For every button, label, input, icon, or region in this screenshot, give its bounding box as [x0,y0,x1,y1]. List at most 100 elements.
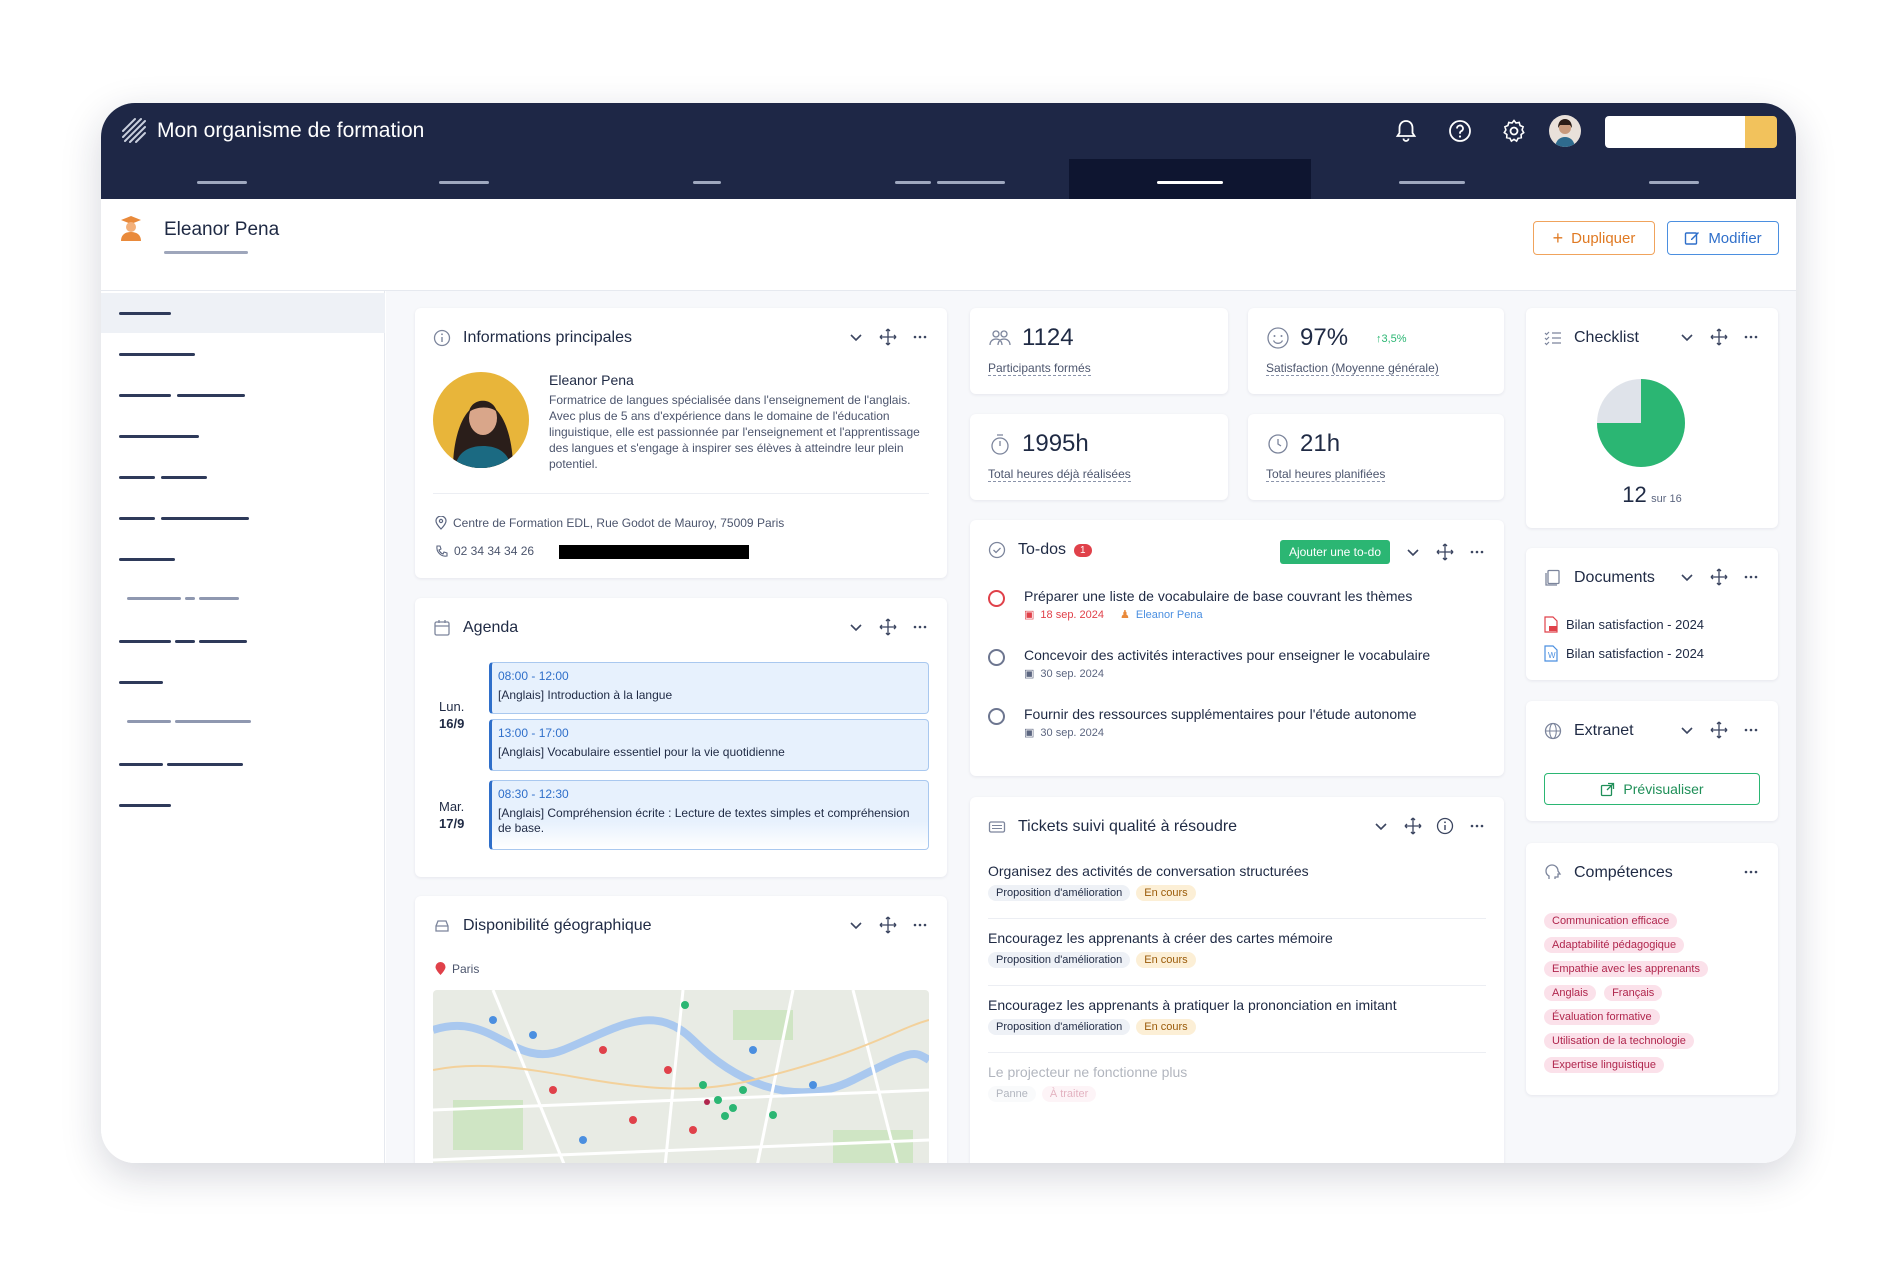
avatar[interactable] [1549,115,1581,147]
more-icon[interactable] [911,618,929,636]
edit-icon [1685,232,1700,245]
external-link-icon [1601,782,1615,796]
extranet-card: Extranet Prévisualiser [1526,701,1778,821]
info-card: Informations principales Eleanor Pena Fo… [415,308,947,578]
agenda-day: Mar. 17/9 [439,799,465,831]
status-badge: En cours [1136,952,1196,968]
tab-6[interactable] [1311,159,1553,199]
tab-3[interactable] [585,159,827,199]
sidebar-item-1[interactable] [119,312,171,315]
more-icon[interactable] [1742,328,1760,346]
sidebar-item-4[interactable] [119,435,199,438]
move-icon[interactable] [1710,568,1728,586]
more-icon[interactable] [1742,568,1760,586]
ticket-type-badge: Panne [988,1086,1036,1102]
title-underline [164,251,248,254]
search-input[interactable] [1605,116,1745,148]
chevron-down-icon[interactable] [847,618,865,636]
chevron-down-icon[interactable] [1678,568,1696,586]
assignee-link[interactable]: Eleanor Pena [1136,609,1203,621]
tab-1[interactable] [101,159,343,199]
sidebar [101,291,385,1163]
status-badge: En cours [1136,1019,1196,1035]
move-icon[interactable] [1436,543,1454,561]
tab-2[interactable] [343,159,585,199]
sidebar-item-7[interactable] [119,558,175,561]
edit-button[interactable]: Modifier [1667,221,1779,255]
help-icon[interactable] [1445,116,1475,146]
preview-button[interactable]: Prévisualiser [1544,773,1760,805]
ticket-item[interactable]: Encouragez les apprenants à pratiquer la… [988,997,1486,1053]
document-item[interactable]: Bilan satisfaction - 2024 [1544,616,1704,633]
status-badge: En cours [1136,885,1196,901]
svg-text:W: W [1548,651,1556,660]
calendar-icon: ▣ [1024,609,1035,621]
move-icon[interactable] [879,916,897,934]
more-icon[interactable] [911,328,929,346]
chevron-down-icon[interactable] [1678,328,1696,346]
sidebar-item-9[interactable] [119,681,163,684]
agenda-event[interactable]: 08:30 - 12:30 [Anglais] Compréhension éc… [489,780,929,850]
ticket-item[interactable]: Le projecteur ne fonctionne plus Panne À … [988,1064,1486,1120]
move-icon[interactable] [1710,721,1728,739]
status-badge: À traiter [1041,1086,1097,1102]
sidebar-item-6[interactable] [119,517,155,520]
tickets-card: Tickets suivi qualité à résoudre Organis… [970,797,1504,1163]
ticket-type-badge: Proposition d'amélioration [988,952,1131,968]
chevron-down-icon[interactable] [1372,817,1390,835]
sidebar-item-8[interactable] [119,640,171,643]
duplicate-button[interactable]: + Dupliquer [1533,221,1655,255]
documents-card: Documents Bilan satisfaction - 2024 W Bi… [1526,548,1778,680]
more-icon[interactable] [1468,543,1486,561]
sidebar-item-10[interactable] [119,763,163,766]
chevron-down-icon[interactable] [847,328,865,346]
more-icon[interactable] [911,916,929,934]
tab-7[interactable] [1553,159,1795,199]
calendar-icon: ▣ [1024,727,1035,739]
document-item[interactable]: W Bilan satisfaction - 2024 [1544,645,1704,662]
more-icon[interactable] [1742,863,1760,881]
add-todo-button[interactable]: Ajouter une to-do [1279,540,1390,564]
move-icon[interactable] [1404,817,1422,835]
documents-icon [1545,569,1560,586]
ticket-item[interactable]: Encouragez les apprenants à créer des ca… [988,930,1486,986]
tab-4[interactable] [827,159,1069,199]
todo-checkbox[interactable] [988,649,1005,666]
sidebar-item-11[interactable] [119,804,171,807]
sidebar-subitem-1[interactable] [127,597,181,600]
todo-checkbox[interactable] [988,708,1005,725]
move-icon[interactable] [879,618,897,636]
chevron-down-icon[interactable] [847,916,865,934]
more-icon[interactable] [1742,721,1760,739]
skill-tag: Anglais [1544,985,1597,1001]
checklist-done-count: 12 [1622,482,1647,507]
agenda-event[interactable]: 08:00 - 12:00 [Anglais] Introduction à l… [489,662,929,714]
map-pin-icon [435,962,446,975]
agenda-event[interactable]: 13:00 - 17:00 [Anglais] Vocabulaire esse… [489,719,929,771]
sidebar-subitem-2[interactable] [127,720,171,723]
sidebar-item-3[interactable] [119,394,171,397]
skill-tag: Empathie avec les apprenants [1544,961,1708,977]
todo-checkbox[interactable] [988,590,1005,607]
redacted-field [559,545,749,559]
profile-name: Eleanor Pena [549,372,634,388]
address-text: Centre de Formation EDL, Rue Godot de Ma… [453,516,785,530]
sidebar-item-5[interactable] [119,476,155,479]
search-button[interactable] [1745,116,1777,148]
page-header: Eleanor Pena + Dupliquer Modifier [101,199,1796,291]
chevron-down-icon[interactable] [1678,721,1696,739]
chevron-down-icon[interactable] [1404,543,1422,561]
move-icon[interactable] [1710,328,1728,346]
gear-icon[interactable] [1499,116,1529,146]
more-icon[interactable] [1468,817,1486,835]
top-bar: Mon organisme de formation [101,103,1796,159]
todos-card: To-dos 1 Ajouter une to-do Préparer une … [970,520,1504,776]
sidebar-item-2[interactable] [119,353,195,356]
map[interactable] [433,990,929,1163]
move-icon[interactable] [879,328,897,346]
bell-icon[interactable] [1391,116,1421,146]
tab-5-active[interactable] [1069,159,1311,199]
ticket-icon [988,821,1006,833]
info-icon[interactable] [1436,817,1454,835]
ticket-item[interactable]: Organisez des activités de conversation … [988,863,1486,919]
